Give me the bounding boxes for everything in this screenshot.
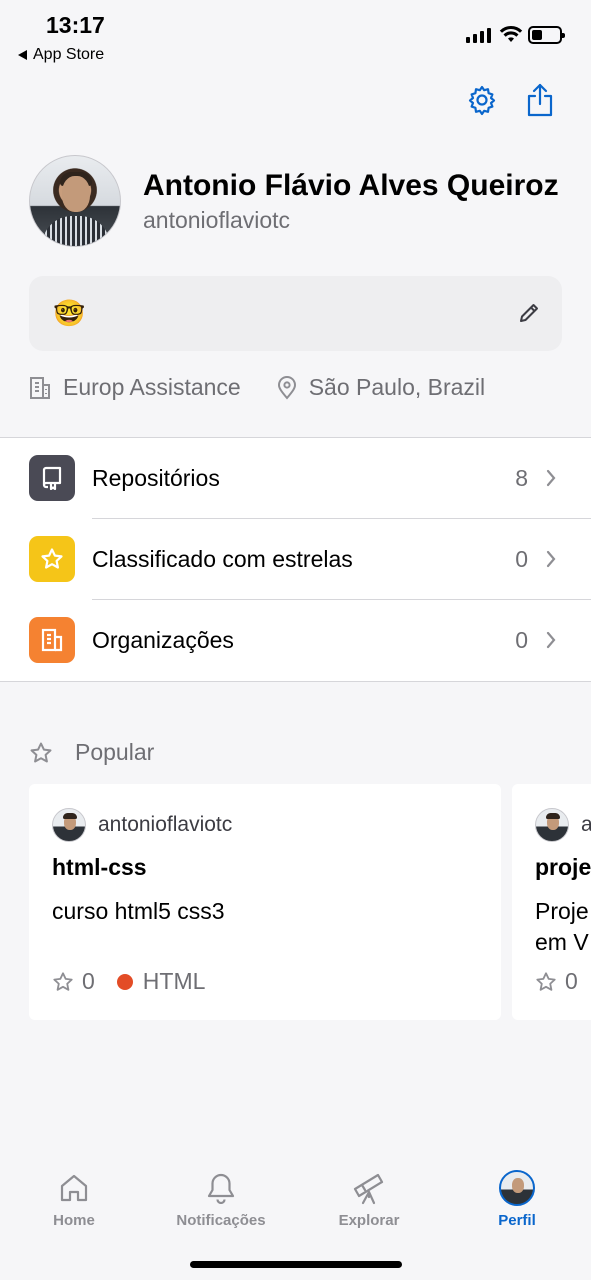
profile-avatar xyxy=(29,155,121,247)
repo-title: proje xyxy=(535,854,591,880)
repo-stats: 0 xyxy=(535,968,578,995)
tab-home[interactable]: Home xyxy=(19,1170,129,1229)
menu-count: 0 xyxy=(515,627,528,653)
repo-card[interactable]: a proje Proje em V 0 xyxy=(512,784,591,1020)
repo-owner: a xyxy=(535,808,591,842)
chevron-right-icon xyxy=(546,631,556,649)
company-label: Europ Assistance xyxy=(63,374,241,400)
profile-name: Antonio Flávio Alves Queiroz xyxy=(143,169,559,202)
building-icon xyxy=(29,617,75,663)
home-indicator xyxy=(190,1261,402,1268)
status-time: 13:17 xyxy=(46,12,105,38)
menu-item-starred[interactable]: Classificado com estrelas 0 xyxy=(0,519,591,600)
menu-label: Classificado com estrelas xyxy=(92,546,353,572)
telescope-icon xyxy=(352,1170,386,1206)
star-outline-icon xyxy=(30,742,52,762)
menu-label: Organizações xyxy=(92,627,234,653)
back-to-app-store-link[interactable]: App Store xyxy=(18,46,104,64)
chevron-right-icon xyxy=(546,469,556,487)
repo-title: html-css xyxy=(52,854,147,880)
profile-login: antonioflaviotc xyxy=(143,207,291,233)
company-info: Europ Assistance xyxy=(29,374,241,401)
cellular-signal-icon xyxy=(466,28,491,43)
status-bio-box[interactable]: 🤓 xyxy=(29,276,562,351)
tab-label: Home xyxy=(53,1212,95,1229)
repo-icon xyxy=(29,455,75,501)
share-icon[interactable] xyxy=(524,83,556,117)
avatar xyxy=(52,808,86,842)
star-icon xyxy=(29,536,75,582)
tab-label: Perfil xyxy=(498,1212,536,1229)
menu-item-organizations[interactable]: Organizações 0 xyxy=(0,600,591,681)
repo-description-line: Proje xyxy=(535,898,589,924)
home-icon xyxy=(59,1170,89,1206)
repo-description-line: em V xyxy=(535,929,589,955)
menu-item-repositories[interactable]: Repositórios 8 xyxy=(0,438,591,519)
tab-explore[interactable]: Explorar xyxy=(314,1170,424,1229)
avatar xyxy=(535,808,569,842)
repo-description: Proje em V xyxy=(535,896,589,958)
tab-label: Notificações xyxy=(176,1212,266,1229)
gear-icon[interactable] xyxy=(466,83,498,117)
repo-stars: 0 xyxy=(565,968,578,994)
repo-stats: 0 HTML xyxy=(52,968,205,995)
chevron-right-icon xyxy=(546,550,556,568)
repo-card[interactable]: antonioflaviotc html-css curso html5 css… xyxy=(29,784,501,1020)
location-info: São Paulo, Brazil xyxy=(277,374,485,401)
repo-owner-name: antonioflaviotc xyxy=(98,813,233,836)
star-outline-icon xyxy=(53,971,73,991)
repo-stars: 0 xyxy=(82,968,95,994)
menu-count: 8 xyxy=(515,465,528,491)
star-outline-icon xyxy=(536,971,556,991)
repo-owner: antonioflaviotc xyxy=(52,808,232,842)
repo-description: curso html5 css3 xyxy=(52,898,225,924)
tab-profile[interactable]: Perfil xyxy=(462,1170,572,1229)
popular-header: Popular xyxy=(29,739,154,766)
bell-icon xyxy=(206,1170,236,1206)
back-triangle-icon xyxy=(18,50,27,60)
profile-menu: Repositórios 8 Classificado com estrelas… xyxy=(0,437,591,682)
repo-owner-name: a xyxy=(581,813,591,836)
tab-notifications[interactable]: Notificações xyxy=(166,1170,276,1229)
avatar xyxy=(499,1170,535,1206)
status-bar: 13:17 App Store xyxy=(0,0,591,70)
repo-language: HTML xyxy=(142,968,206,994)
pencil-icon[interactable] xyxy=(518,302,540,324)
location-pin-icon xyxy=(277,375,296,400)
building-icon xyxy=(30,376,50,399)
header-actions xyxy=(466,83,556,117)
tab-label: Explorar xyxy=(338,1212,400,1229)
wifi-icon xyxy=(499,25,523,42)
bio-emoji: 🤓 xyxy=(53,298,86,328)
back-app-label: App Store xyxy=(33,46,105,63)
location-label: São Paulo, Brazil xyxy=(308,374,486,400)
popular-heading: Popular xyxy=(75,739,155,765)
language-color-dot xyxy=(116,973,133,990)
menu-count: 0 xyxy=(515,546,528,572)
menu-label: Repositórios xyxy=(92,465,220,491)
battery-icon xyxy=(528,26,565,44)
profile-meta: Europ Assistance São Paulo, Brazil xyxy=(29,374,521,401)
